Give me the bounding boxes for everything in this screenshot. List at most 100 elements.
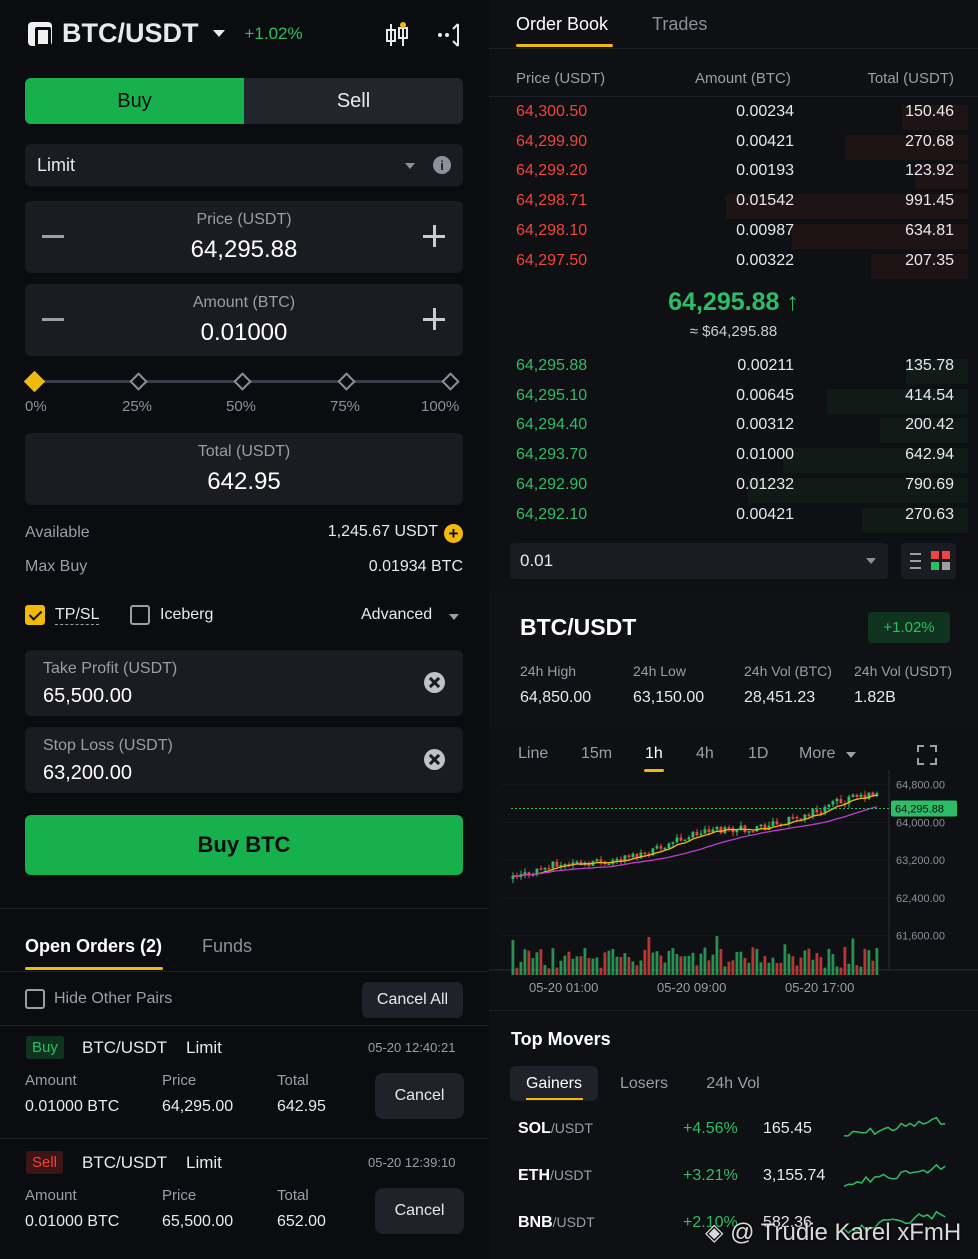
volume-bar [703, 947, 707, 975]
slider-mark-25[interactable] [129, 372, 148, 391]
last-price-value: 64,295.88 [668, 288, 780, 316]
price-input[interactable]: 64,295.88 [25, 236, 463, 264]
timeframe-4h[interactable]: 4h [696, 745, 714, 763]
slider-handle[interactable] [23, 370, 46, 393]
timeframe-1h[interactable]: 1h [645, 745, 663, 763]
volume-bar [547, 968, 551, 975]
candle-body [835, 798, 839, 802]
volume-bar [803, 950, 807, 975]
candle-body [819, 812, 823, 814]
timeframe-15m[interactable]: 15m [581, 745, 612, 763]
orderbook-price: 64,295.88 [516, 357, 588, 374]
volume-bar [695, 965, 699, 975]
orderbook-total: 123.92 [905, 162, 954, 180]
tab-order-book[interactable]: Order Book [516, 14, 608, 35]
tab-losers[interactable]: Losers [611, 1066, 677, 1101]
orderbook-row[interactable]: 64,294.40 0.00312 200.42 [516, 416, 968, 446]
stop-loss-input[interactable]: 63,200.00 [43, 762, 132, 785]
orderbook-price: 64,299.20 [516, 162, 588, 180]
buy-tab[interactable]: Buy [25, 78, 244, 124]
orderbook-row[interactable]: 64,292.90 0.01232 790.69 [516, 476, 968, 506]
iceberg-label[interactable]: Iceberg [160, 606, 213, 624]
candle-body [711, 829, 715, 833]
price-plus-button[interactable] [423, 225, 445, 247]
volume-bar [523, 949, 527, 975]
more-options-icon[interactable] [436, 22, 464, 48]
orderbook-total: 414.54 [905, 386, 954, 404]
tpsl-checkbox[interactable] [25, 605, 45, 625]
clear-icon[interactable] [424, 749, 445, 770]
total-field[interactable]: Total (USDT) 642.95 [25, 433, 463, 505]
volume-bar [767, 962, 771, 975]
order-type-select[interactable]: Limit i [25, 144, 463, 186]
divider [489, 96, 978, 97]
arrow-up-icon: ↑ [786, 288, 799, 316]
price-header: Price [162, 1072, 197, 1089]
volume-bar [615, 956, 619, 975]
slider-mark-100[interactable] [441, 372, 460, 391]
hide-pairs-label[interactable]: Hide Other Pairs [54, 990, 172, 1008]
slider-mark-50[interactable] [233, 372, 252, 391]
candle-chart-icon[interactable] [383, 22, 413, 48]
mover-symbol[interactable]: BNB/USDT [518, 1214, 595, 1232]
orderbook-row[interactable]: 64,298.10 0.00987 634.81 [516, 222, 968, 252]
tab-open-orders[interactable]: Open Orders (2) [25, 936, 162, 957]
iceberg-checkbox[interactable] [130, 605, 150, 625]
mover-price: 165.45 [763, 1120, 812, 1137]
price-chart[interactable]: 64,800.00 64,000.00 63,200.00 62,400.00 61,6… [489, 770, 978, 1010]
timeframe-more[interactable]: More [799, 745, 835, 763]
take-profit-field[interactable]: Take Profit (USDT) 65,500.00 [25, 650, 463, 716]
deposit-plus-icon[interactable]: + [444, 524, 463, 543]
cancel-all-button[interactable]: Cancel All [362, 982, 463, 1018]
hide-pairs-checkbox[interactable] [25, 989, 45, 1009]
cancel-order-button[interactable]: Cancel [375, 1188, 464, 1234]
cancel-order-button[interactable]: Cancel [375, 1073, 464, 1119]
slider-mark-75[interactable] [337, 372, 356, 391]
orderbook-row[interactable]: 64,295.88 0.00211 135.78 [516, 357, 968, 387]
tab-24h-vol[interactable]: 24h Vol [695, 1066, 771, 1101]
amount-plus-button[interactable] [423, 308, 445, 330]
advanced-dropdown[interactable]: Advanced [361, 606, 432, 624]
tab-trades[interactable]: Trades [652, 14, 707, 35]
orderbook-total: 642.94 [905, 446, 954, 464]
fullscreen-icon[interactable] [916, 744, 938, 766]
order-time: 05-20 12:39:10 [368, 1155, 456, 1170]
orderbook-row[interactable]: 64,293.70 0.01000 642.94 [516, 446, 968, 476]
orderbook-row[interactable]: 64,292.10 0.00421 270.63 [516, 506, 968, 536]
timeframe-1d[interactable]: 1D [748, 745, 768, 763]
sell-tab[interactable]: Sell [244, 78, 463, 124]
amount-input[interactable]: 0.01000 [25, 319, 463, 347]
stop-loss-field[interactable]: Stop Loss (USDT) 63,200.00 [25, 727, 463, 793]
orderbook-row[interactable]: 64,299.20 0.00193 123.92 [516, 162, 968, 192]
orderbook-row[interactable]: 64,297.50 0.00322 207.35 [516, 252, 968, 282]
y-tick-label: 64,800.00 [896, 780, 945, 792]
orderbook-row[interactable]: 64,295.10 0.00645 414.54 [516, 386, 968, 417]
volume-bar [871, 960, 875, 975]
clear-icon[interactable] [424, 672, 445, 693]
orderbook-row[interactable]: 64,298.71 0.01542 991.45 [516, 192, 968, 222]
timeframe-line[interactable]: Line [518, 745, 548, 763]
info-icon[interactable]: i [433, 156, 451, 174]
depth-layout-button[interactable] [901, 543, 956, 579]
volume-bar [643, 949, 647, 975]
tab-gainers[interactable]: Gainers [510, 1066, 598, 1101]
slider-label: 0% [25, 398, 47, 415]
orderbook-amount: 0.00211 [737, 357, 794, 374]
take-profit-input[interactable]: 65,500.00 [43, 685, 132, 708]
orderbook-amount: 0.01542 [736, 192, 794, 210]
precision-select[interactable]: 0.01 [510, 543, 888, 579]
mover-symbol[interactable]: ETH/USDT [518, 1167, 592, 1185]
candle-body [703, 829, 707, 834]
buy-btc-button[interactable]: Buy BTC [25, 815, 463, 875]
volume-bar [795, 965, 799, 975]
slider-label: 25% [122, 398, 153, 415]
amount-label: Amount (BTC) [192, 294, 296, 311]
orderbook-row[interactable]: 64,299.90 0.00421 270.68 [516, 133, 968, 163]
watermark: ◈ @ Trudie Karel xFmH [705, 1218, 961, 1247]
stat-label: 24h Vol (USDT) [854, 663, 953, 679]
pair-selector[interactable]: BTC/USDT +1.02% [28, 18, 303, 49]
mover-symbol[interactable]: SOL/USDT [518, 1120, 593, 1138]
tab-funds[interactable]: Funds [202, 936, 252, 957]
tpsl-label[interactable]: TP/SL [55, 606, 100, 625]
orderbook-row[interactable]: 64,300.50 0.00234 150.46 [516, 103, 968, 133]
